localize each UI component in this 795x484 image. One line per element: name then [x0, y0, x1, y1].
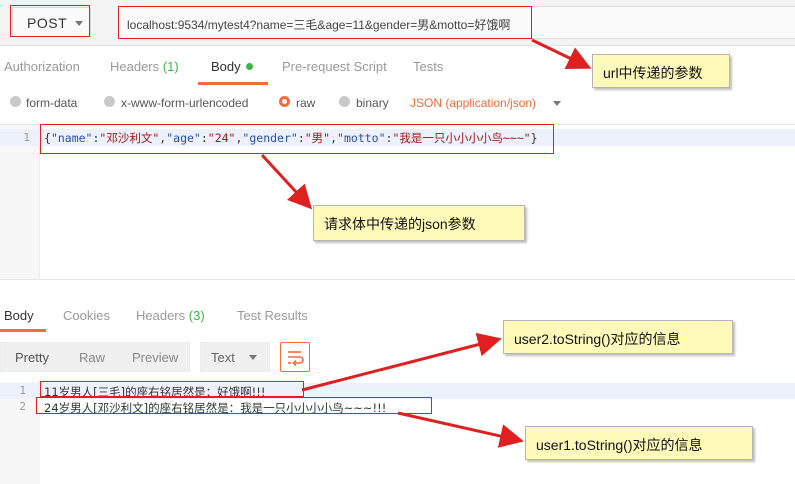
view-mode-group: Pretty Raw Preview	[0, 342, 190, 372]
tab-test-results[interactable]: Test Results	[237, 308, 308, 323]
callout-user1: user1.toString()对应的信息	[525, 426, 753, 460]
line-number: 1	[19, 384, 26, 397]
format-select[interactable]: Text	[200, 342, 270, 372]
wrap-lines-icon[interactable]	[280, 342, 310, 372]
raw-label[interactable]: raw	[296, 96, 315, 110]
callout-user2: user2.toString()对应的信息	[503, 320, 733, 354]
format-caret-icon	[249, 355, 257, 360]
callout-json-params: 请求体中传递的json参数	[313, 205, 525, 241]
tab-response-headers-count: (3)	[188, 308, 205, 323]
active-tab-indicator	[198, 82, 268, 85]
tab-headers[interactable]: Headers (1)	[110, 59, 179, 74]
tab-tests[interactable]: Tests	[413, 59, 443, 74]
format-label: Text	[211, 350, 235, 365]
tab-cookies[interactable]: Cookies	[63, 308, 110, 323]
radio-icon[interactable]	[339, 96, 350, 107]
body-type-selector: form-data x-www-form-urlencoded raw bina…	[0, 86, 795, 122]
preview-button[interactable]: Preview	[132, 350, 178, 365]
line1-highlight-box	[40, 381, 304, 397]
tab-body-label: Body	[211, 59, 241, 74]
line2-highlight-box	[36, 397, 432, 414]
binary-label[interactable]: binary	[356, 96, 389, 110]
urlencoded-label[interactable]: x-www-form-urlencoded	[121, 96, 248, 110]
radio-icon[interactable]	[10, 96, 21, 107]
line-number: 1	[23, 131, 30, 144]
raw-button[interactable]: Raw	[79, 350, 105, 365]
radio-icon[interactable]	[279, 96, 290, 107]
content-type-select[interactable]: JSON (application/json)	[410, 96, 536, 110]
tab-headers-count: (1)	[162, 59, 179, 74]
tab-body[interactable]: Body	[211, 59, 253, 74]
url-highlight-box	[118, 6, 532, 39]
form-data-label[interactable]: form-data	[26, 96, 77, 110]
tab-response-headers-label: Headers	[136, 308, 186, 323]
tab-response-body[interactable]: Body	[4, 308, 34, 323]
radio-icon[interactable]	[104, 96, 115, 107]
pretty-button[interactable]: Pretty	[15, 350, 49, 365]
editor-gutter	[0, 125, 40, 279]
tab-headers-label: Headers	[110, 59, 160, 74]
tab-pre-request-script[interactable]: Pre-request Script	[282, 59, 387, 74]
json-body-highlight-box	[40, 124, 554, 154]
tab-response-headers[interactable]: Headers (3)	[136, 308, 205, 323]
status-dot-icon	[245, 63, 253, 70]
method-highlight-box	[10, 5, 90, 37]
tab-authorization[interactable]: Authorization	[4, 59, 80, 74]
line-number: 2	[19, 400, 26, 413]
active-tab-indicator	[0, 329, 46, 332]
callout-url-params: url中传递的参数	[592, 54, 730, 88]
content-type-caret-icon[interactable]	[553, 101, 561, 106]
